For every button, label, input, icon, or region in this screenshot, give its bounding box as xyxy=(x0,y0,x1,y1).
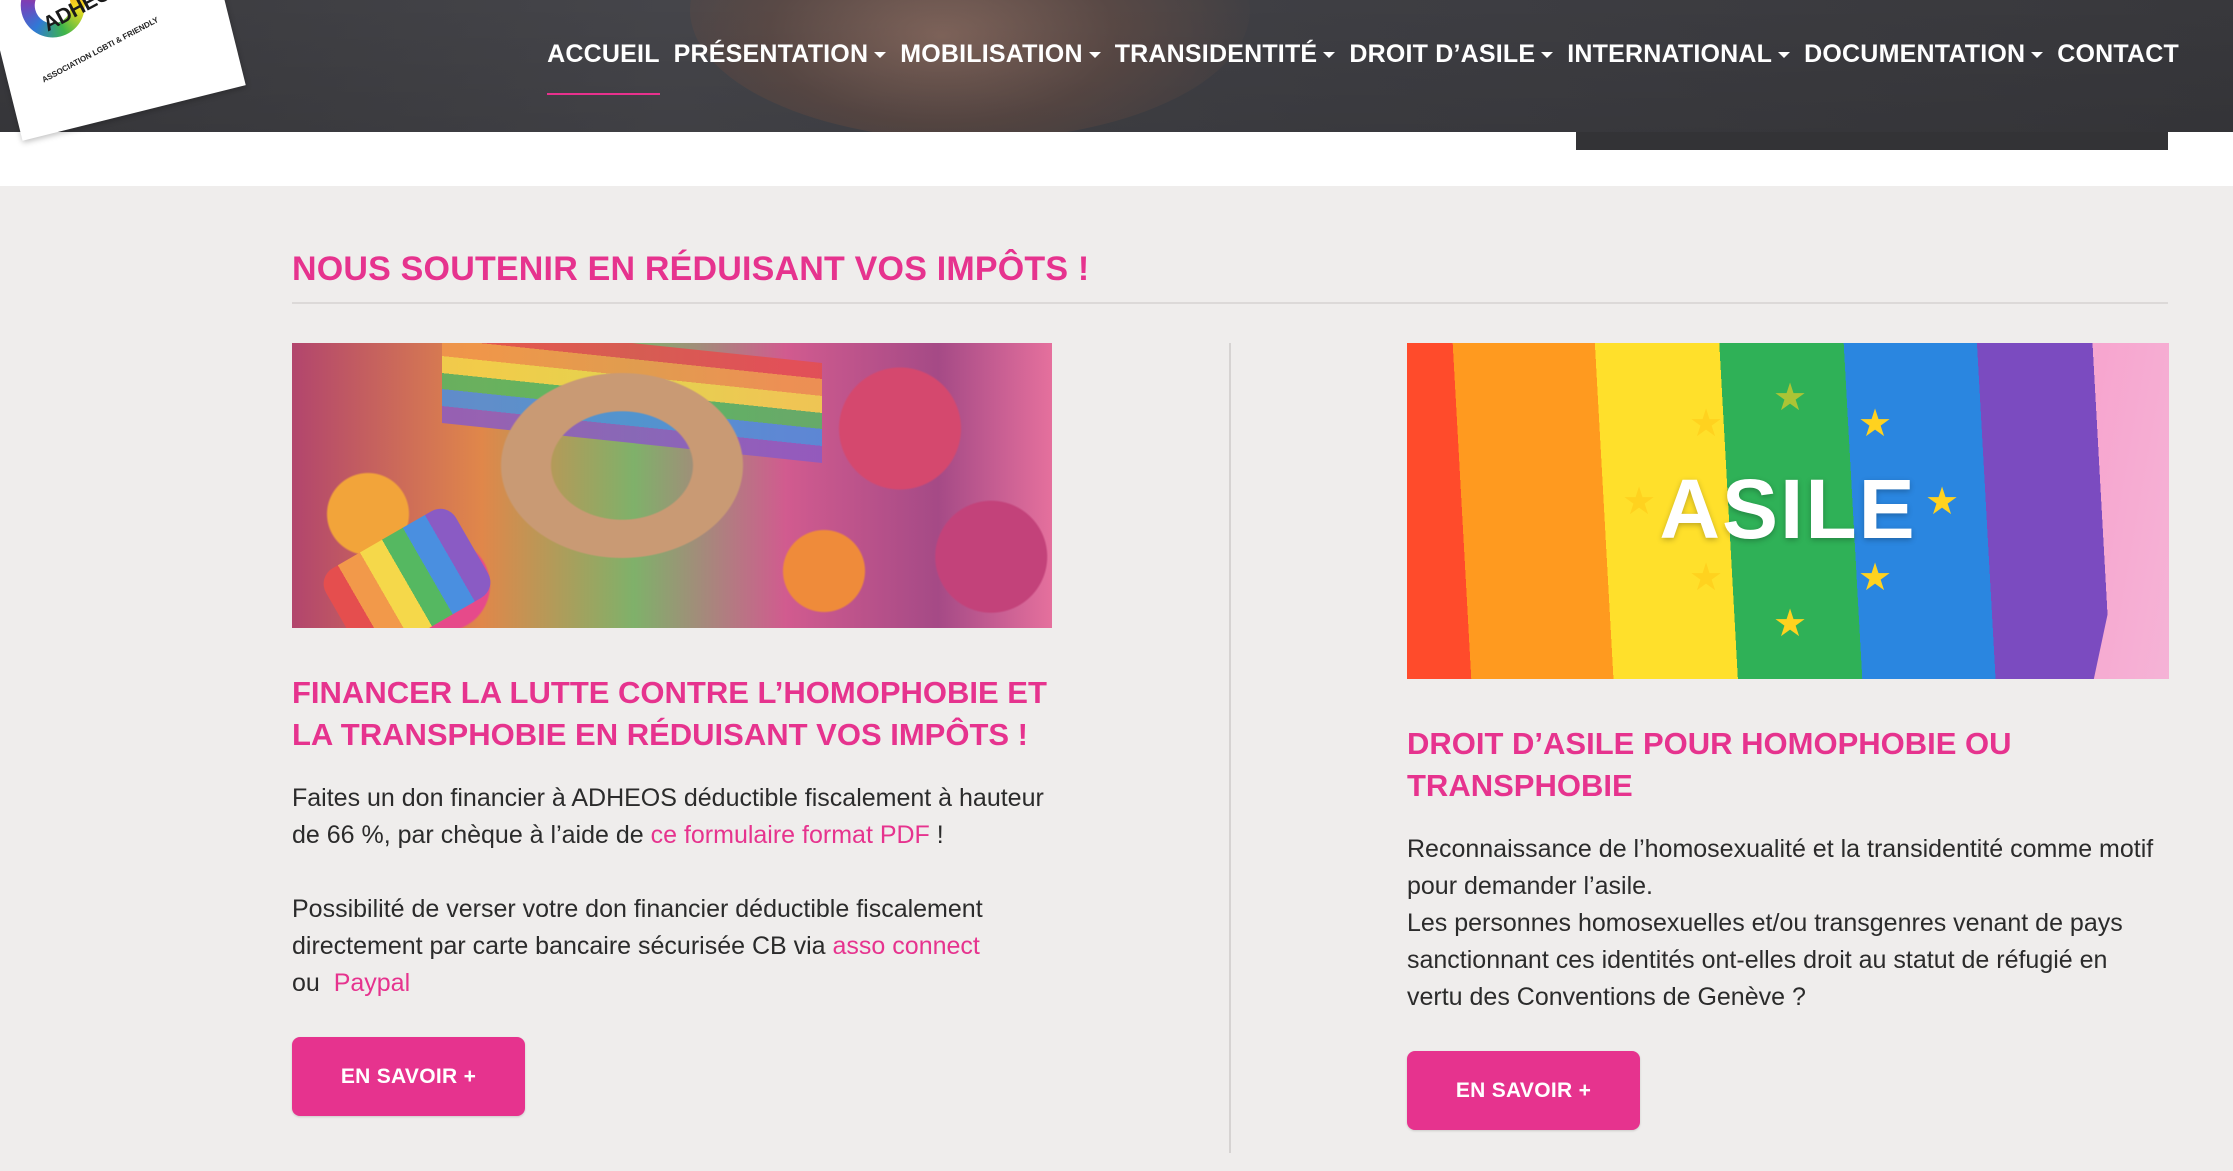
asylum-card-text: Reconnaissance de l’homosexualité et la … xyxy=(1407,835,2154,1011)
star-icon: ★ xyxy=(1689,403,1724,445)
heart-hands-pride-image[interactable] xyxy=(292,343,1052,628)
asile-eu-rainbow-flag-image[interactable]: ★ ★ ★ ★ ★ ★ ★ ★ ASILE xyxy=(1407,343,2169,679)
nav-label: TRANSIDENTITÉ xyxy=(1114,40,1318,68)
star-icon: ★ xyxy=(1773,603,1808,645)
site-header: ACCUEIL PRÉSENTATION MOBILISATION TRANSI… xyxy=(0,0,2233,132)
donation-card-text: Faites un don financier à ADHEOS déducti… xyxy=(292,784,1044,997)
nav-item-transidentite[interactable]: TRANSIDENTITÉ xyxy=(1108,40,1343,69)
main-nav: ACCUEIL PRÉSENTATION MOBILISATION TRANSI… xyxy=(540,40,2186,95)
pdf-form-link[interactable]: ce formulaire format PDF xyxy=(651,821,930,849)
nav-label: DOCUMENTATION xyxy=(1804,40,2026,68)
adheos-logo: ADHEOS ASSOCIATION LGBTI & FRIENDLY xyxy=(5,0,187,85)
star-icon: ★ xyxy=(1858,403,1893,445)
nav-item-presentation[interactable]: PRÉSENTATION xyxy=(667,40,894,69)
nav-item-contact[interactable]: CONTACT xyxy=(2050,40,2186,69)
nav-label: ACCUEIL xyxy=(547,40,660,68)
nav-item-documentation[interactable]: DOCUMENTATION xyxy=(1797,40,2050,69)
asylum-card-title[interactable]: DROIT D’ASILE POUR HOMOPHOBIE OU TRANSPH… xyxy=(1407,723,2169,807)
caret-down-icon xyxy=(2031,51,2044,58)
caret-down-icon xyxy=(1088,51,1101,58)
en-savoir-plus-button-asylum[interactable]: EN SAVOIR + xyxy=(1407,1051,1640,1130)
asylum-card: ★ ★ ★ ★ ★ ★ ★ ★ ASILE DROIT D’ASILE POUR… xyxy=(1407,343,2169,1016)
nav-item-mobilisation[interactable]: MOBILISATION xyxy=(893,40,1107,69)
caret-down-icon xyxy=(1778,51,1791,58)
star-icon: ★ xyxy=(1689,557,1724,599)
en-savoir-plus-button-donation[interactable]: EN SAVOIR + xyxy=(292,1037,525,1116)
header-dark-strip xyxy=(1576,132,2168,150)
nav-label: DROIT D’ASILE xyxy=(1349,40,1536,68)
nav-item-accueil[interactable]: ACCUEIL xyxy=(540,40,667,95)
asile-image-word: ASILE xyxy=(1659,462,1917,556)
nav-label: MOBILISATION xyxy=(900,40,1083,68)
asso-connect-link[interactable]: asso connect xyxy=(833,932,980,960)
nav-label: CONTACT xyxy=(2057,40,2179,68)
donation-card-title[interactable]: FINANCER LA LUTTE CONTRE L’HOMOPHOBIE ET… xyxy=(292,672,1052,756)
section-title: NOUS SOUTENIR EN RÉDUISANT VOS IMPÔTS ! xyxy=(292,250,1090,288)
paypal-link[interactable]: Paypal xyxy=(334,969,410,997)
nav-label: PRÉSENTATION xyxy=(673,40,869,68)
star-icon: ★ xyxy=(1773,377,1808,419)
nav-item-droit-asile[interactable]: DROIT D’ASILE xyxy=(1342,40,1560,69)
column-divider xyxy=(1229,343,1231,1153)
star-icon: ★ xyxy=(1858,557,1893,599)
caret-down-icon xyxy=(1541,51,1554,58)
caret-down-icon xyxy=(1323,51,1336,58)
donation-card: FINANCER LA LUTTE CONTRE L’HOMOPHOBIE ET… xyxy=(292,343,1052,1002)
nav-item-international[interactable]: INTERNATIONAL xyxy=(1560,40,1797,69)
caret-down-icon xyxy=(874,51,887,58)
section-divider xyxy=(292,302,2168,304)
nav-label: INTERNATIONAL xyxy=(1567,40,1773,68)
